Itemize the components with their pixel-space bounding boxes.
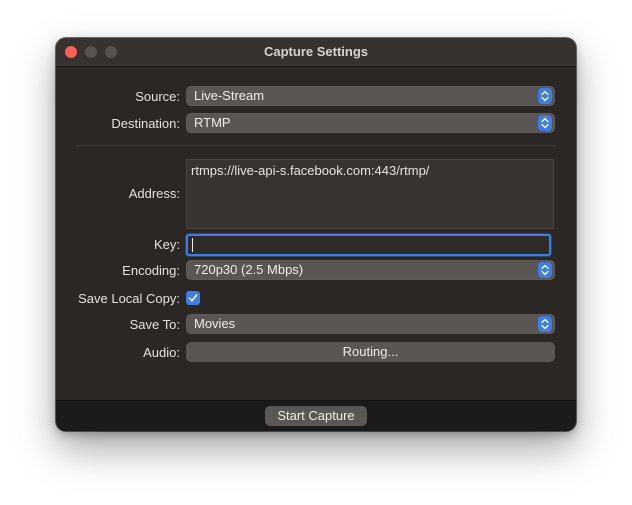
capture-settings-window: Capture Settings Source: Live-Stream Des… [56, 38, 576, 431]
save-to-value: Movies [194, 316, 236, 331]
address-label: Address: [128, 186, 180, 201]
title-bar[interactable]: Capture Settings [56, 38, 576, 67]
start-capture-button[interactable]: Start Capture [265, 406, 367, 426]
footer-bar: Start Capture [56, 400, 576, 431]
save-local-copy-checkbox[interactable] [186, 291, 200, 305]
key-input[interactable] [186, 234, 551, 256]
up-down-chevron-icon [538, 115, 552, 131]
encoding-value: 720p30 (2.5 Mbps) [194, 262, 304, 277]
source-popup[interactable]: Live-Stream [186, 86, 555, 106]
encoding-popup[interactable]: 720p30 (2.5 Mbps) [186, 260, 555, 280]
window-title: Capture Settings [263, 44, 368, 59]
save-to-label: Save To: [129, 317, 180, 332]
up-down-chevron-icon [538, 316, 552, 332]
save-to-popup[interactable]: Movies [186, 314, 555, 334]
destination-label: Destination: [111, 116, 180, 131]
source-value: Live-Stream [194, 88, 265, 103]
address-text-area[interactable]: rtmps://live-api-s.facebook.com:443/rtmp… [186, 159, 554, 229]
audio-label: Audio: [143, 345, 180, 360]
text-cursor [192, 238, 193, 252]
key-label: Key: [153, 237, 180, 252]
destination-popup[interactable]: RTMP [186, 113, 555, 133]
checkmark-icon [188, 294, 198, 302]
routing-button[interactable]: Routing... [186, 342, 555, 362]
destination-value: RTMP [194, 115, 231, 130]
encoding-label: Encoding: [122, 263, 180, 278]
source-label: Source: [135, 89, 180, 104]
separator [76, 145, 556, 146]
save-local-copy-label: Save Local Copy: [78, 291, 180, 306]
address-value: rtmps://live-api-s.facebook.com:443/rtmp… [191, 163, 430, 178]
up-down-chevron-icon [538, 262, 552, 278]
up-down-chevron-icon [538, 88, 552, 104]
